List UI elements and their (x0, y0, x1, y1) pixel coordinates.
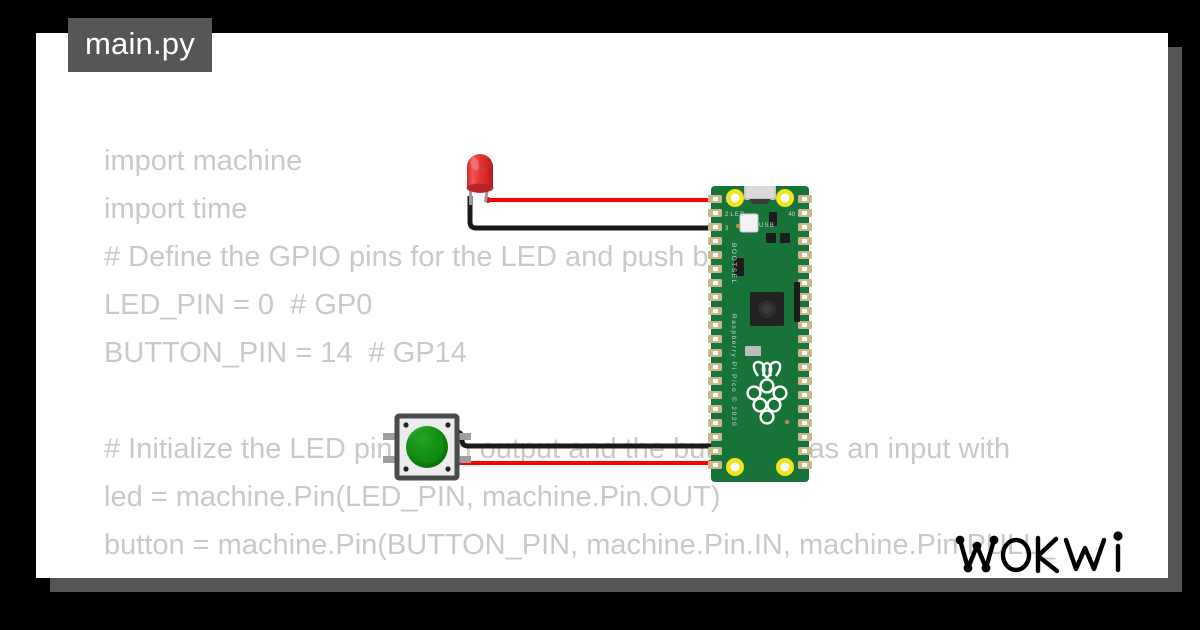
pico-silk-bootsel-label: BOOTSEL (730, 243, 737, 285)
pushbutton-component[interactable] (383, 411, 471, 483)
button-rivet-br (445, 466, 451, 472)
raspberry-pi-pico-board[interactable]: USB LED BOOTSEL Raspberry Pi Pico © 2020… (708, 186, 812, 482)
code-line[interactable]: led = machine.Pin(LED_PIN, machine.Pin.O… (104, 473, 1168, 521)
button-rivet-tr (445, 422, 451, 428)
pico-flash-pad (745, 346, 761, 356)
wokwi-preview-canvas: import machine import time # Define the GP… (0, 0, 1200, 630)
editor-diagram-panel: import machine import time # Define the GP… (36, 33, 1168, 578)
pico-silk-usb-label: USB (759, 223, 775, 229)
code-line[interactable]: LED_PIN = 0 # GP0 (104, 281, 1168, 329)
pico-onboard-led (735, 223, 741, 229)
button-cap-inner (410, 429, 444, 463)
led-flange (466, 183, 494, 193)
code-line[interactable]: import time (104, 185, 1168, 233)
code-editor-text: import machine import time # Define the GP… (104, 137, 1168, 578)
code-line[interactable]: # Define the GPIO pins for the LED and p… (104, 233, 1168, 281)
code-line[interactable]: # Initialize the LED pin as an output an… (104, 425, 1168, 473)
pico-rp2040-chip (750, 292, 784, 326)
pico-silk-board-label: Raspberry Pi Pico © 2020 (730, 314, 738, 427)
led-component[interactable] (463, 145, 503, 207)
tab-main-py[interactable]: main.py (68, 18, 212, 72)
pico-silk-led-label: LED (730, 212, 745, 218)
code-line[interactable] (104, 377, 1168, 425)
wokwi-logo (955, 531, 1123, 574)
code-line[interactable]: BUTTON_PIN = 14 # GP14 (104, 329, 1168, 377)
code-line[interactable]: import machine (104, 137, 1168, 185)
button-rivet-bl (403, 466, 409, 472)
button-rivet-tl (403, 422, 409, 428)
pico-debug-pad (784, 419, 790, 425)
pico-pin-number-40: 40 (788, 212, 795, 218)
